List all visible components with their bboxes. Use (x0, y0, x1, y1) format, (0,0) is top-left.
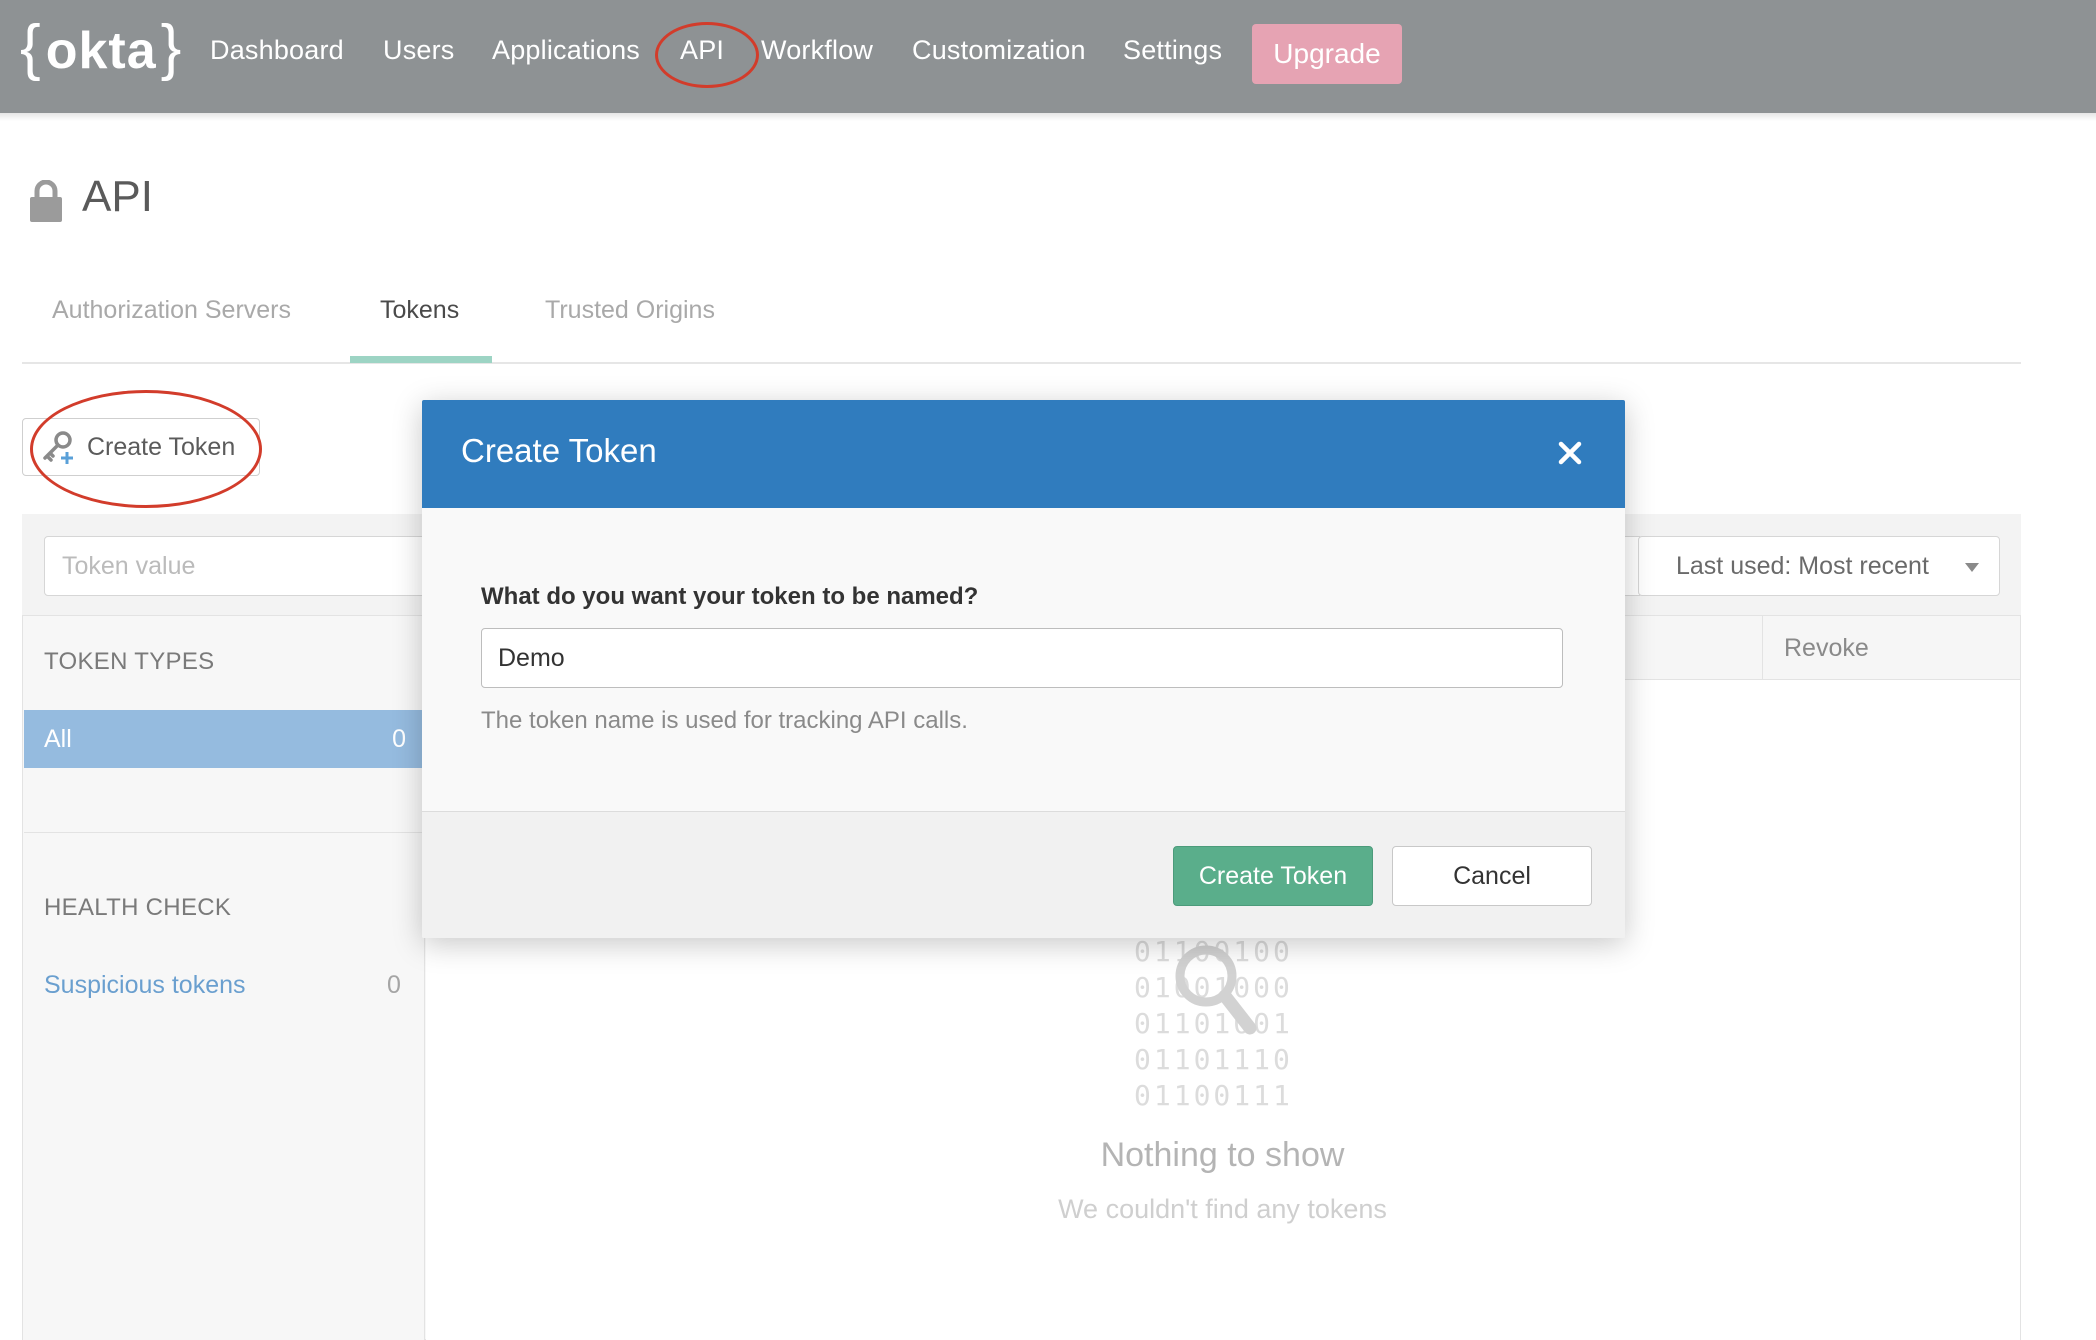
create-token-dialog: Create Token What do you want your token… (422, 400, 1625, 938)
tabs-divider (22, 362, 2021, 364)
logo-left-brace: { (20, 13, 42, 82)
tab-trusted-origins[interactable]: Trusted Origins (545, 296, 715, 325)
okta-logo[interactable]: { okta } (20, 13, 182, 83)
suspicious-tokens-count: 0 (387, 971, 401, 999)
column-divider (1762, 616, 1763, 680)
dialog-header: Create Token (422, 400, 1625, 508)
chevron-down-icon (1965, 563, 1979, 572)
health-check-heading: HEALTH CHECK (44, 894, 232, 921)
tab-authorization-servers[interactable]: Authorization Servers (52, 296, 291, 325)
nav-item-users[interactable]: Users (383, 35, 455, 66)
empty-state-subtitle: We couldn't find any tokens (1058, 1194, 1387, 1224)
top-navigation-bar: { okta } Dashboard Users Applications AP… (0, 0, 2096, 113)
sort-select-value: Last used: Most recent (1676, 551, 1929, 580)
suspicious-tokens-link[interactable]: Suspicious tokens (44, 971, 246, 1000)
create-token-button[interactable]: Create Token (22, 418, 260, 476)
topbar-shadow (0, 113, 2096, 121)
key-add-icon (43, 431, 73, 464)
logo-text: okta (45, 21, 157, 80)
sidebar-item-all-label: All (44, 724, 72, 753)
upgrade-button[interactable]: Upgrade (1252, 24, 1402, 84)
column-header-revoke: Revoke (1784, 634, 1869, 662)
page-title: API (82, 172, 153, 221)
sort-select[interactable]: Last used: Most recent (1638, 536, 2000, 596)
lock-icon (30, 180, 62, 222)
cancel-button[interactable]: Cancel (1392, 846, 1592, 906)
sidebar-divider (24, 832, 424, 833)
logo-right-brace: } (160, 13, 183, 82)
empty-state-title: Nothing to show (1100, 1136, 1345, 1174)
token-search-input[interactable]: Token value (44, 536, 484, 596)
nav-item-workflow[interactable]: Workflow (761, 35, 873, 66)
sidebar-item-all-count: 0 (392, 724, 406, 753)
token-name-label: What do you want your token to be named? (481, 583, 979, 610)
close-icon[interactable] (1553, 436, 1587, 470)
active-tab-indicator (350, 356, 492, 363)
nav-item-dashboard[interactable]: Dashboard (210, 35, 344, 66)
token-name-help: The token name is used for tracking API … (481, 707, 968, 734)
nav-item-applications[interactable]: Applications (492, 35, 640, 66)
nav-item-customization[interactable]: Customization (912, 35, 1086, 66)
create-token-submit-button[interactable]: Create Token (1173, 846, 1373, 906)
binary-line: 01101110 (1134, 1043, 1293, 1076)
magnifier-icon (1175, 945, 1257, 1035)
tab-tokens[interactable]: Tokens (380, 296, 459, 325)
nav-item-settings[interactable]: Settings (1123, 35, 1222, 66)
binary-line: 01100111 (1134, 1079, 1293, 1112)
token-types-heading: TOKEN TYPES (44, 648, 215, 675)
nav-item-api[interactable]: API (680, 35, 724, 66)
sidebar-item-all[interactable]: All 0 (24, 710, 426, 768)
dialog-title: Create Token (461, 432, 657, 469)
create-token-button-label: Create Token (87, 432, 236, 461)
token-name-input[interactable] (481, 628, 1563, 688)
